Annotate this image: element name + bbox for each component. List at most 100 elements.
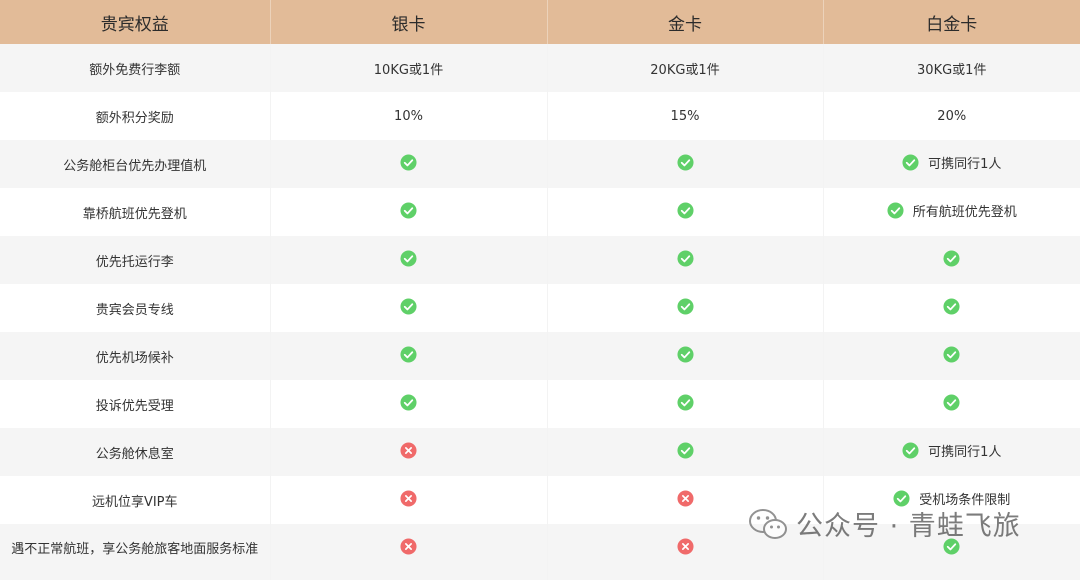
check-icon bbox=[400, 153, 417, 171]
watermark-text: 公众号 · 青蛙飞旅 bbox=[796, 511, 1021, 542]
gold-cell bbox=[547, 284, 824, 332]
silver-status bbox=[400, 489, 417, 507]
table-row: 贵宾会员专线 bbox=[0, 284, 1080, 332]
platinum-status: 所有航班优先登机 bbox=[887, 201, 1017, 220]
silver-status bbox=[400, 393, 417, 411]
silver-cell bbox=[270, 284, 548, 332]
watermark: 公众号 · 青蛙飞旅 bbox=[748, 504, 1021, 543]
silver-cell bbox=[270, 140, 548, 188]
check-icon bbox=[400, 201, 417, 219]
benefit-name: 靠桥航班优先登机 bbox=[0, 188, 271, 236]
silver-cell bbox=[270, 332, 548, 380]
check-icon bbox=[676, 297, 694, 315]
gold-status bbox=[676, 345, 694, 363]
cross-icon bbox=[676, 538, 694, 555]
gold-status bbox=[676, 393, 694, 411]
silver-status bbox=[400, 153, 417, 171]
check-icon bbox=[400, 297, 417, 315]
cross-icon bbox=[400, 489, 417, 507]
check-icon bbox=[902, 442, 919, 459]
check-icon bbox=[887, 202, 904, 219]
check-icon bbox=[676, 153, 694, 171]
table-header: 贵宾权益 银卡 金卡 白金卡 bbox=[0, 0, 1080, 44]
platinum-cell bbox=[823, 332, 1080, 380]
cross-icon bbox=[676, 489, 694, 507]
silver-cell: 10% bbox=[270, 92, 548, 140]
platinum-status bbox=[943, 345, 960, 363]
benefit-name: 投诉优先受理 bbox=[0, 380, 271, 428]
check-icon bbox=[676, 345, 694, 363]
gold-status bbox=[676, 489, 694, 507]
platinum-status bbox=[943, 297, 960, 315]
table-body: 额外免费行李额 10KG或1件 20KG或1件 30KG或1件 额外积分奖励 10% 15%… bbox=[0, 44, 1080, 580]
table-row: 投诉优先受理 bbox=[0, 380, 1080, 428]
check-icon bbox=[902, 154, 919, 171]
gold-cell bbox=[547, 140, 824, 188]
gold-cell: 15% bbox=[547, 92, 824, 140]
gold-cell bbox=[547, 236, 824, 284]
gold-status bbox=[676, 249, 694, 267]
gold-status bbox=[676, 441, 694, 459]
gold-cell: 20KG或1件 bbox=[547, 44, 824, 92]
benefit-name: 公务舱休息室 bbox=[0, 428, 271, 476]
benefit-name: 公务舱柜台优先办理值机 bbox=[0, 140, 271, 188]
platinum-note: 可携同行1人 bbox=[928, 445, 1002, 460]
check-icon bbox=[400, 393, 417, 411]
check-icon bbox=[943, 297, 960, 315]
gold-status bbox=[676, 201, 694, 219]
check-icon bbox=[943, 249, 960, 267]
silver-cell bbox=[270, 380, 548, 428]
header-silver-card: 银卡 bbox=[270, 0, 548, 44]
header-platinum-card: 白金卡 bbox=[823, 0, 1080, 44]
check-icon bbox=[676, 393, 694, 411]
check-icon bbox=[943, 393, 960, 411]
gold-status bbox=[676, 153, 694, 171]
header-benefit: 贵宾权益 bbox=[0, 0, 271, 44]
check-icon bbox=[676, 249, 694, 267]
silver-cell bbox=[270, 236, 548, 284]
silver-status bbox=[400, 441, 417, 459]
wechat-icon bbox=[748, 507, 788, 541]
benefit-name: 遇不正常航班，享公务舱旅客地面服务标准 bbox=[0, 524, 271, 580]
silver-status bbox=[400, 345, 417, 363]
gold-cell bbox=[547, 332, 824, 380]
table-row: 优先托运行李 bbox=[0, 236, 1080, 284]
table-row: 公务舱柜台优先办理值机 可携同行1人 bbox=[0, 140, 1080, 188]
gold-cell bbox=[547, 428, 824, 476]
cross-icon bbox=[400, 538, 417, 555]
check-icon bbox=[400, 249, 417, 267]
table-row: 靠桥航班优先登机 所有航班优先登机 bbox=[0, 188, 1080, 236]
platinum-status: 可携同行1人 bbox=[902, 441, 1001, 460]
header-gold-card: 金卡 bbox=[547, 0, 824, 44]
table-row: 额外免费行李额 10KG或1件 20KG或1件 30KG或1件 bbox=[0, 44, 1080, 92]
platinum-cell bbox=[823, 236, 1080, 284]
platinum-cell: 20% bbox=[823, 92, 1080, 140]
gold-cell bbox=[547, 380, 824, 428]
benefits-table: 贵宾权益 银卡 金卡 白金卡 额外免费行李额 10KG或1件 20KG或1件 30KG… bbox=[0, 0, 1080, 580]
platinum-status bbox=[943, 249, 960, 267]
platinum-cell: 30KG或1件 bbox=[823, 44, 1080, 92]
benefit-name: 远机位享VIP车 bbox=[0, 476, 271, 524]
check-icon bbox=[400, 345, 417, 363]
platinum-cell bbox=[823, 380, 1080, 428]
silver-cell bbox=[270, 428, 548, 476]
table-row: 优先机场候补 bbox=[0, 332, 1080, 380]
check-icon bbox=[676, 441, 694, 459]
platinum-cell: 所有航班优先登机 bbox=[823, 188, 1080, 236]
silver-cell bbox=[270, 188, 548, 236]
silver-status bbox=[400, 249, 417, 267]
benefit-name: 贵宾会员专线 bbox=[0, 284, 271, 332]
benefit-name: 额外免费行李额 bbox=[0, 44, 271, 92]
silver-cell bbox=[270, 524, 548, 580]
silver-cell: 10KG或1件 bbox=[270, 44, 548, 92]
header-row: 贵宾权益 银卡 金卡 白金卡 bbox=[0, 0, 1080, 44]
silver-status bbox=[400, 201, 417, 219]
check-icon bbox=[943, 345, 960, 363]
table-row: 公务舱休息室 可携同行1人 bbox=[0, 428, 1080, 476]
benefit-name: 额外积分奖励 bbox=[0, 92, 271, 140]
table-row: 额外积分奖励 10% 15% 20% bbox=[0, 92, 1080, 140]
check-icon bbox=[676, 201, 694, 219]
platinum-cell: 可携同行1人 bbox=[823, 428, 1080, 476]
gold-status bbox=[676, 538, 694, 555]
silver-cell bbox=[270, 476, 548, 524]
